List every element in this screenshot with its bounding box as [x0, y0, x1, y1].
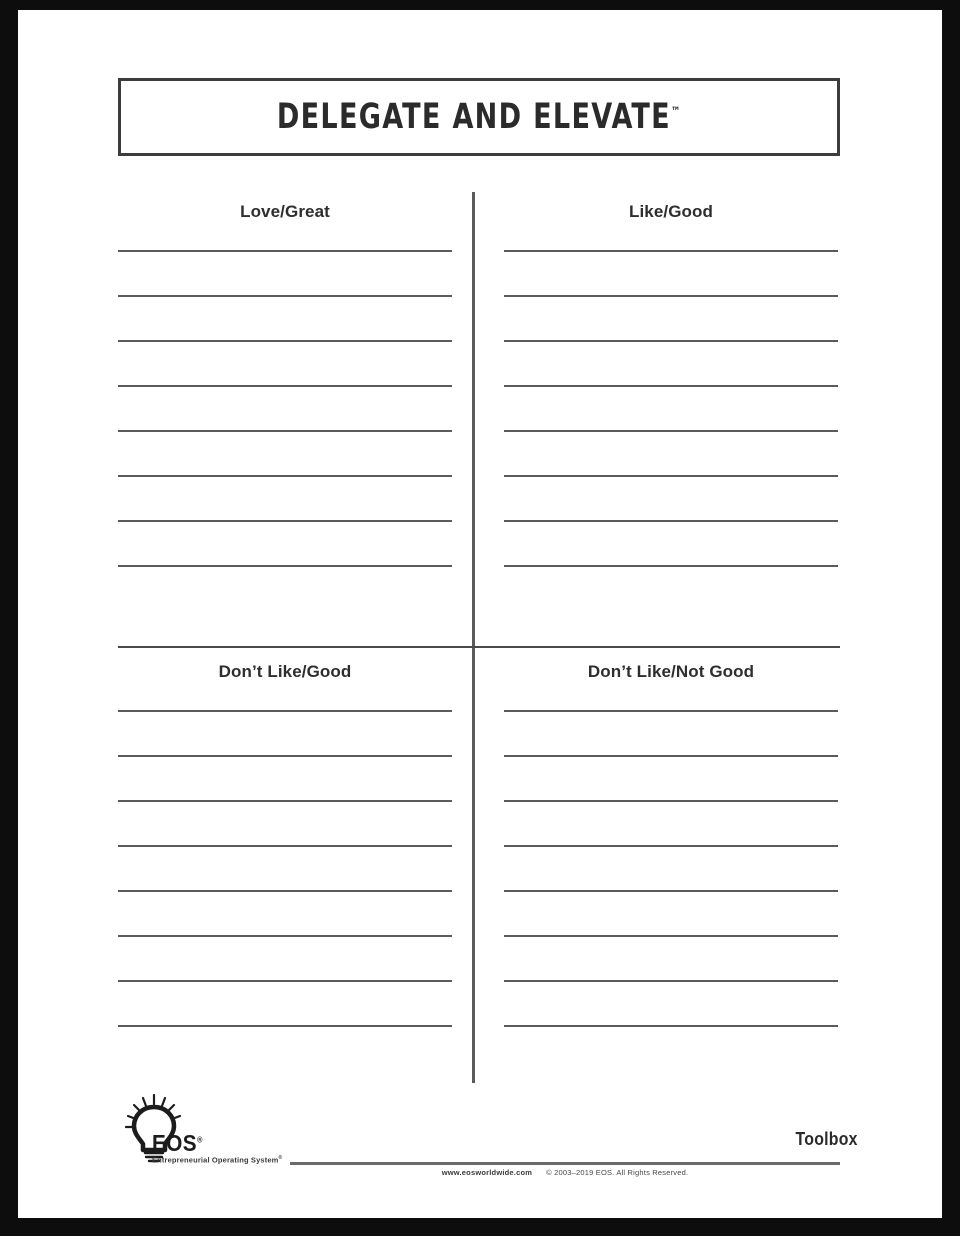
- quadrant-header-dont-like-good: Don’t Like/Good: [218, 662, 352, 681]
- write-lines-like-good: [504, 250, 838, 567]
- write-line[interactable]: [504, 565, 838, 567]
- write-line[interactable]: [504, 475, 838, 477]
- write-line[interactable]: [118, 890, 452, 892]
- page-footer: EOS® Entrepreneurial Operating System® T…: [18, 1085, 942, 1195]
- write-line[interactable]: [118, 935, 452, 937]
- write-line[interactable]: [504, 755, 838, 757]
- write-line[interactable]: [118, 340, 452, 342]
- write-line[interactable]: [504, 295, 838, 297]
- write-line[interactable]: [118, 565, 452, 567]
- write-line[interactable]: [118, 250, 452, 252]
- write-line[interactable]: [504, 890, 838, 892]
- write-line[interactable]: [504, 935, 838, 937]
- quadrant-grid: Love/Great Like/Good Don’t Like/Good Don…: [18, 10, 942, 1218]
- write-line[interactable]: [504, 800, 838, 802]
- eos-logo-tagline: Entrepreneurial Operating System®: [152, 1155, 282, 1165]
- website-link[interactable]: www.eosworldwide.com: [442, 1168, 532, 1177]
- quadrant-header-love-great: Love/Great: [240, 202, 330, 221]
- footer-rule: [290, 1162, 840, 1165]
- write-line[interactable]: [504, 520, 838, 522]
- write-line[interactable]: [118, 295, 452, 297]
- write-line[interactable]: [504, 385, 838, 387]
- write-line[interactable]: [504, 845, 838, 847]
- write-line[interactable]: [118, 845, 452, 847]
- write-line[interactable]: [504, 340, 838, 342]
- write-line[interactable]: [504, 980, 838, 982]
- write-line[interactable]: [504, 1025, 838, 1027]
- write-line[interactable]: [504, 430, 838, 432]
- write-line[interactable]: [504, 710, 838, 712]
- write-line[interactable]: [118, 475, 452, 477]
- footer-legal-line: www.eosworldwide.com © 2003–2019 EOS. All…: [290, 1168, 840, 1177]
- eos-tagline-registered-symbol: ®: [278, 1155, 283, 1161]
- vertical-divider: [472, 192, 475, 1083]
- write-lines-dont-like-not-good: [504, 710, 838, 1027]
- write-line[interactable]: [118, 520, 452, 522]
- write-line[interactable]: [118, 755, 452, 757]
- write-line[interactable]: [118, 385, 452, 387]
- horizontal-divider: [118, 646, 840, 648]
- eos-logo-text: EOS: [152, 1130, 198, 1156]
- toolbox-label: Toolbox: [795, 1129, 858, 1149]
- copyright-text: © 2003–2019 EOS. All Rights Reserved.: [546, 1168, 689, 1177]
- write-line[interactable]: [504, 250, 838, 252]
- quadrant-header-like-good: Like/Good: [628, 202, 714, 221]
- write-lines-love-great: [118, 250, 452, 567]
- worksheet-page: DELEGATE AND ELEVATE™ Love/Great Like/Go…: [18, 10, 942, 1218]
- write-line[interactable]: [118, 710, 452, 712]
- write-line[interactable]: [118, 800, 452, 802]
- eos-registered-symbol: ®: [197, 1135, 203, 1145]
- write-line[interactable]: [118, 980, 452, 982]
- eos-tagline-text: Entrepreneurial Operating System: [152, 1155, 279, 1165]
- quadrant-header-dont-like-not-good: Don’t Like/Not Good: [587, 662, 755, 681]
- write-lines-dont-like-good: [118, 710, 452, 1027]
- eos-logo-wordmark: EOS®: [152, 1130, 203, 1157]
- write-line[interactable]: [118, 430, 452, 432]
- eos-logo: EOS® Entrepreneurial Operating System®: [116, 1093, 296, 1165]
- write-line[interactable]: [118, 1025, 452, 1027]
